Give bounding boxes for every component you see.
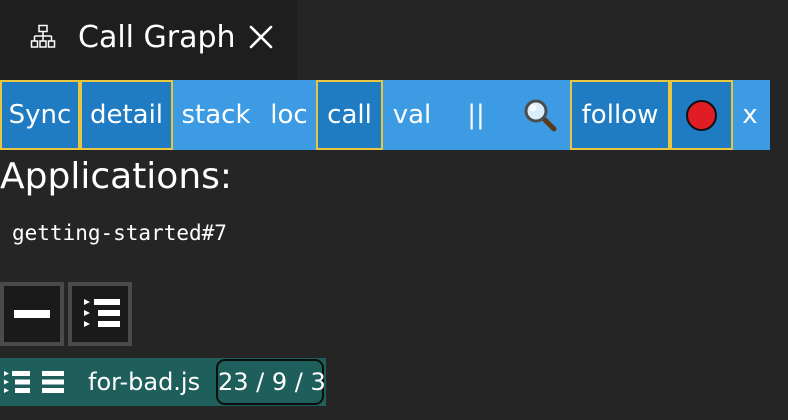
tab-call-graph[interactable]: Call Graph	[0, 0, 297, 80]
record-button[interactable]	[670, 80, 733, 150]
val-button[interactable]: val	[386, 80, 438, 150]
loc-button[interactable]: loc	[262, 80, 316, 150]
file-name[interactable]: for-bad.js	[88, 358, 200, 406]
pause-button[interactable]: ||	[452, 80, 500, 150]
application-name[interactable]: getting-started#7	[12, 218, 227, 248]
detail-button[interactable]: detail	[80, 80, 173, 150]
tab-title: Call Graph	[78, 20, 236, 55]
magnifier-icon	[524, 99, 557, 132]
expand-tree-icon[interactable]	[4, 370, 30, 394]
list-icon[interactable]	[42, 371, 64, 393]
close-icon[interactable]	[248, 24, 274, 50]
applications-heading: Applications:	[0, 156, 233, 197]
file-row[interactable]: for-bad.js 23 / 9 / 3	[0, 358, 326, 406]
collapse-minus-icon	[14, 310, 50, 318]
search-button[interactable]	[512, 80, 568, 150]
tab-strip: Call Graph	[0, 0, 788, 80]
hierarchy-icon	[30, 24, 56, 48]
follow-button[interactable]: follow	[570, 80, 670, 150]
close-toolbar-button[interactable]: x	[735, 80, 765, 150]
expand-all-button[interactable]	[68, 282, 132, 346]
record-icon	[686, 100, 717, 131]
file-counts-badge: 23 / 9 / 3	[216, 359, 326, 405]
stack-button[interactable]: stack	[176, 80, 256, 150]
sync-button[interactable]: Sync	[0, 80, 80, 150]
toolbar: Sync detail stack loc call val || follow…	[0, 80, 770, 150]
expand-tree-icon	[84, 299, 120, 327]
call-graph-panel: Call Graph Sync detail stack loc call va…	[0, 0, 788, 420]
collapse-all-button[interactable]	[0, 282, 64, 346]
call-button[interactable]: call	[316, 80, 383, 150]
